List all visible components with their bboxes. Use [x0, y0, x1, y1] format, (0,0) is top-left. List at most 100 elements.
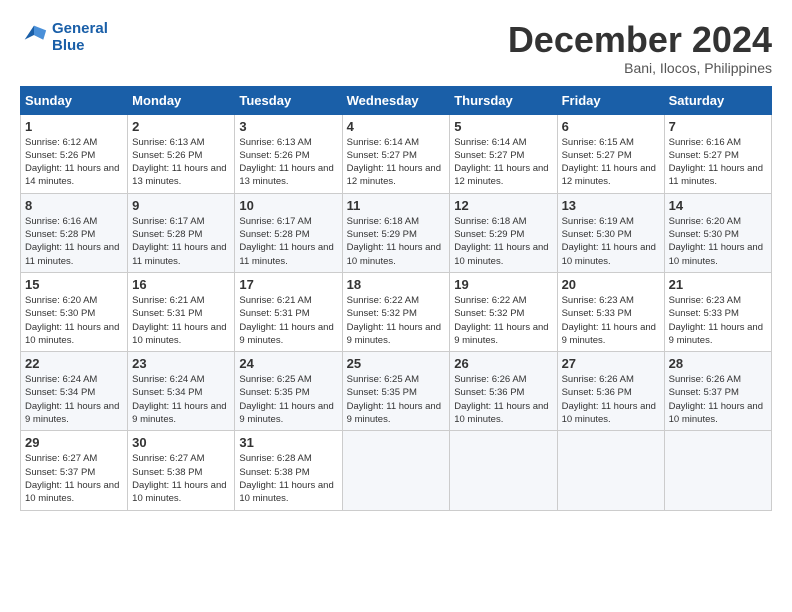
day-info: Sunrise: 6:13 AMSunset: 5:26 PMDaylight:… — [239, 137, 333, 188]
logo-icon — [20, 21, 48, 49]
table-row: 18 Sunrise: 6:22 AMSunset: 5:32 PMDayligh… — [342, 272, 450, 351]
day-number: 7 — [669, 119, 767, 134]
logo: General Blue — [20, 20, 108, 55]
day-number: 19 — [454, 277, 552, 292]
table-row: 2 Sunrise: 6:13 AMSunset: 5:26 PMDaylight… — [128, 114, 235, 193]
day-info: Sunrise: 6:27 AMSunset: 5:37 PMDaylight:… — [25, 453, 119, 504]
location-subtitle: Bani, Ilocos, Philippines — [508, 60, 772, 76]
table-row — [557, 431, 664, 510]
table-row: 8 Sunrise: 6:16 AMSunset: 5:28 PMDaylight… — [21, 193, 128, 272]
day-number: 6 — [562, 119, 660, 134]
day-info: Sunrise: 6:19 AMSunset: 5:30 PMDaylight:… — [562, 216, 656, 267]
day-number: 29 — [25, 435, 123, 450]
table-row: 15Sunrise: 6:20 AMSunset: 5:30 PMDayligh… — [21, 272, 128, 351]
day-info: Sunrise: 6:13 AMSunset: 5:26 PMDaylight:… — [132, 137, 226, 188]
day-info: Sunrise: 6:24 AMSunset: 5:34 PMDaylight:… — [132, 374, 226, 425]
day-number: 16 — [132, 277, 230, 292]
day-info: Sunrise: 6:22 AMSunset: 5:32 PMDaylight:… — [454, 295, 548, 346]
day-number: 9 — [132, 198, 230, 213]
table-row: 13 Sunrise: 6:19 AMSunset: 5:30 PMDayligh… — [557, 193, 664, 272]
day-number: 17 — [239, 277, 337, 292]
day-number: 25 — [347, 356, 446, 371]
day-info: Sunrise: 6:17 AMSunset: 5:28 PMDaylight:… — [239, 216, 333, 267]
day-info: Sunrise: 6:16 AMSunset: 5:28 PMDaylight:… — [25, 216, 119, 267]
day-info: Sunrise: 6:18 AMSunset: 5:29 PMDaylight:… — [454, 216, 548, 267]
day-number: 5 — [454, 119, 552, 134]
day-number: 10 — [239, 198, 337, 213]
day-info: Sunrise: 6:20 AMSunset: 5:30 PMDaylight:… — [669, 216, 763, 267]
day-info: Sunrise: 6:26 AMSunset: 5:37 PMDaylight:… — [669, 374, 763, 425]
table-row: 30 Sunrise: 6:27 AMSunset: 5:38 PMDayligh… — [128, 431, 235, 510]
table-row: 21 Sunrise: 6:23 AMSunset: 5:33 PMDayligh… — [664, 272, 771, 351]
day-info: Sunrise: 6:26 AMSunset: 5:36 PMDaylight:… — [454, 374, 548, 425]
day-info: Sunrise: 6:23 AMSunset: 5:33 PMDaylight:… — [669, 295, 763, 346]
table-row: 10 Sunrise: 6:17 AMSunset: 5:28 PMDayligh… — [235, 193, 342, 272]
day-info: Sunrise: 6:26 AMSunset: 5:36 PMDaylight:… — [562, 374, 656, 425]
day-info: Sunrise: 6:28 AMSunset: 5:38 PMDaylight:… — [239, 453, 333, 504]
table-row: 5Sunrise: 6:14 AMSunset: 5:27 PMDaylight… — [450, 114, 557, 193]
table-row: 6 Sunrise: 6:15 AMSunset: 5:27 PMDaylight… — [557, 114, 664, 193]
table-row: 12 Sunrise: 6:18 AMSunset: 5:29 PMDayligh… — [450, 193, 557, 272]
table-row: 29 Sunrise: 6:27 AMSunset: 5:37 PMDayligh… — [21, 431, 128, 510]
table-row: 27 Sunrise: 6:26 AMSunset: 5:36 PMDayligh… — [557, 352, 664, 431]
col-tuesday: Tuesday — [235, 86, 342, 114]
day-info: Sunrise: 6:21 AMSunset: 5:31 PMDaylight:… — [132, 295, 226, 346]
day-info: Sunrise: 6:25 AMSunset: 5:35 PMDaylight:… — [239, 374, 333, 425]
day-number: 8 — [25, 198, 123, 213]
day-number: 31 — [239, 435, 337, 450]
day-number: 1 — [25, 119, 123, 134]
day-number: 14 — [669, 198, 767, 213]
day-number: 23 — [132, 356, 230, 371]
col-monday: Monday — [128, 86, 235, 114]
day-number: 26 — [454, 356, 552, 371]
day-number: 18 — [347, 277, 446, 292]
col-wednesday: Wednesday — [342, 86, 450, 114]
header: General Blue December 2024 Bani, Ilocos,… — [20, 20, 772, 76]
day-info: Sunrise: 6:24 AMSunset: 5:34 PMDaylight:… — [25, 374, 119, 425]
calendar-week-row: 15Sunrise: 6:20 AMSunset: 5:30 PMDayligh… — [21, 272, 772, 351]
table-row: 4 Sunrise: 6:14 AMSunset: 5:27 PMDaylight… — [342, 114, 450, 193]
day-info: Sunrise: 6:22 AMSunset: 5:32 PMDaylight:… — [347, 295, 441, 346]
calendar-week-row: 1Sunrise: 6:12 AMSunset: 5:26 PMDaylight… — [21, 114, 772, 193]
table-row — [664, 431, 771, 510]
calendar-week-row: 22Sunrise: 6:24 AMSunset: 5:34 PMDayligh… — [21, 352, 772, 431]
day-info: Sunrise: 6:14 AMSunset: 5:27 PMDaylight:… — [347, 137, 441, 188]
day-info: Sunrise: 6:15 AMSunset: 5:27 PMDaylight:… — [562, 137, 656, 188]
table-row — [450, 431, 557, 510]
day-info: Sunrise: 6:27 AMSunset: 5:38 PMDaylight:… — [132, 453, 226, 504]
day-info: Sunrise: 6:18 AMSunset: 5:29 PMDaylight:… — [347, 216, 441, 267]
table-row: 1Sunrise: 6:12 AMSunset: 5:26 PMDaylight… — [21, 114, 128, 193]
day-number: 21 — [669, 277, 767, 292]
day-number: 27 — [562, 356, 660, 371]
day-number: 20 — [562, 277, 660, 292]
col-saturday: Saturday — [664, 86, 771, 114]
calendar-week-row: 29 Sunrise: 6:27 AMSunset: 5:37 PMDayligh… — [21, 431, 772, 510]
day-number: 11 — [347, 198, 446, 213]
month-title: December 2024 — [508, 20, 772, 60]
table-row: 31 Sunrise: 6:28 AMSunset: 5:38 PMDayligh… — [235, 431, 342, 510]
calendar-header-row: Sunday Monday Tuesday Wednesday Thursday… — [21, 86, 772, 114]
day-info: Sunrise: 6:21 AMSunset: 5:31 PMDaylight:… — [239, 295, 333, 346]
day-info: Sunrise: 6:17 AMSunset: 5:28 PMDaylight:… — [132, 216, 226, 267]
day-number: 2 — [132, 119, 230, 134]
day-number: 30 — [132, 435, 230, 450]
calendar-body: 1Sunrise: 6:12 AMSunset: 5:26 PMDaylight… — [21, 114, 772, 510]
day-info: Sunrise: 6:20 AMSunset: 5:30 PMDaylight:… — [25, 295, 119, 346]
day-info: Sunrise: 6:16 AMSunset: 5:27 PMDaylight:… — [669, 137, 763, 188]
table-row: 20 Sunrise: 6:23 AMSunset: 5:33 PMDayligh… — [557, 272, 664, 351]
day-number: 13 — [562, 198, 660, 213]
day-number: 12 — [454, 198, 552, 213]
table-row: 26 Sunrise: 6:26 AMSunset: 5:36 PMDayligh… — [450, 352, 557, 431]
table-row: 17 Sunrise: 6:21 AMSunset: 5:31 PMDayligh… — [235, 272, 342, 351]
table-row: 23 Sunrise: 6:24 AMSunset: 5:34 PMDayligh… — [128, 352, 235, 431]
table-row: 11 Sunrise: 6:18 AMSunset: 5:29 PMDayligh… — [342, 193, 450, 272]
logo-text-blue: Blue — [52, 37, 108, 54]
col-friday: Friday — [557, 86, 664, 114]
col-thursday: Thursday — [450, 86, 557, 114]
day-number: 4 — [347, 119, 446, 134]
col-sunday: Sunday — [21, 86, 128, 114]
table-row: 7 Sunrise: 6:16 AMSunset: 5:27 PMDaylight… — [664, 114, 771, 193]
day-info: Sunrise: 6:23 AMSunset: 5:33 PMDaylight:… — [562, 295, 656, 346]
table-row: 14 Sunrise: 6:20 AMSunset: 5:30 PMDayligh… — [664, 193, 771, 272]
day-number: 28 — [669, 356, 767, 371]
